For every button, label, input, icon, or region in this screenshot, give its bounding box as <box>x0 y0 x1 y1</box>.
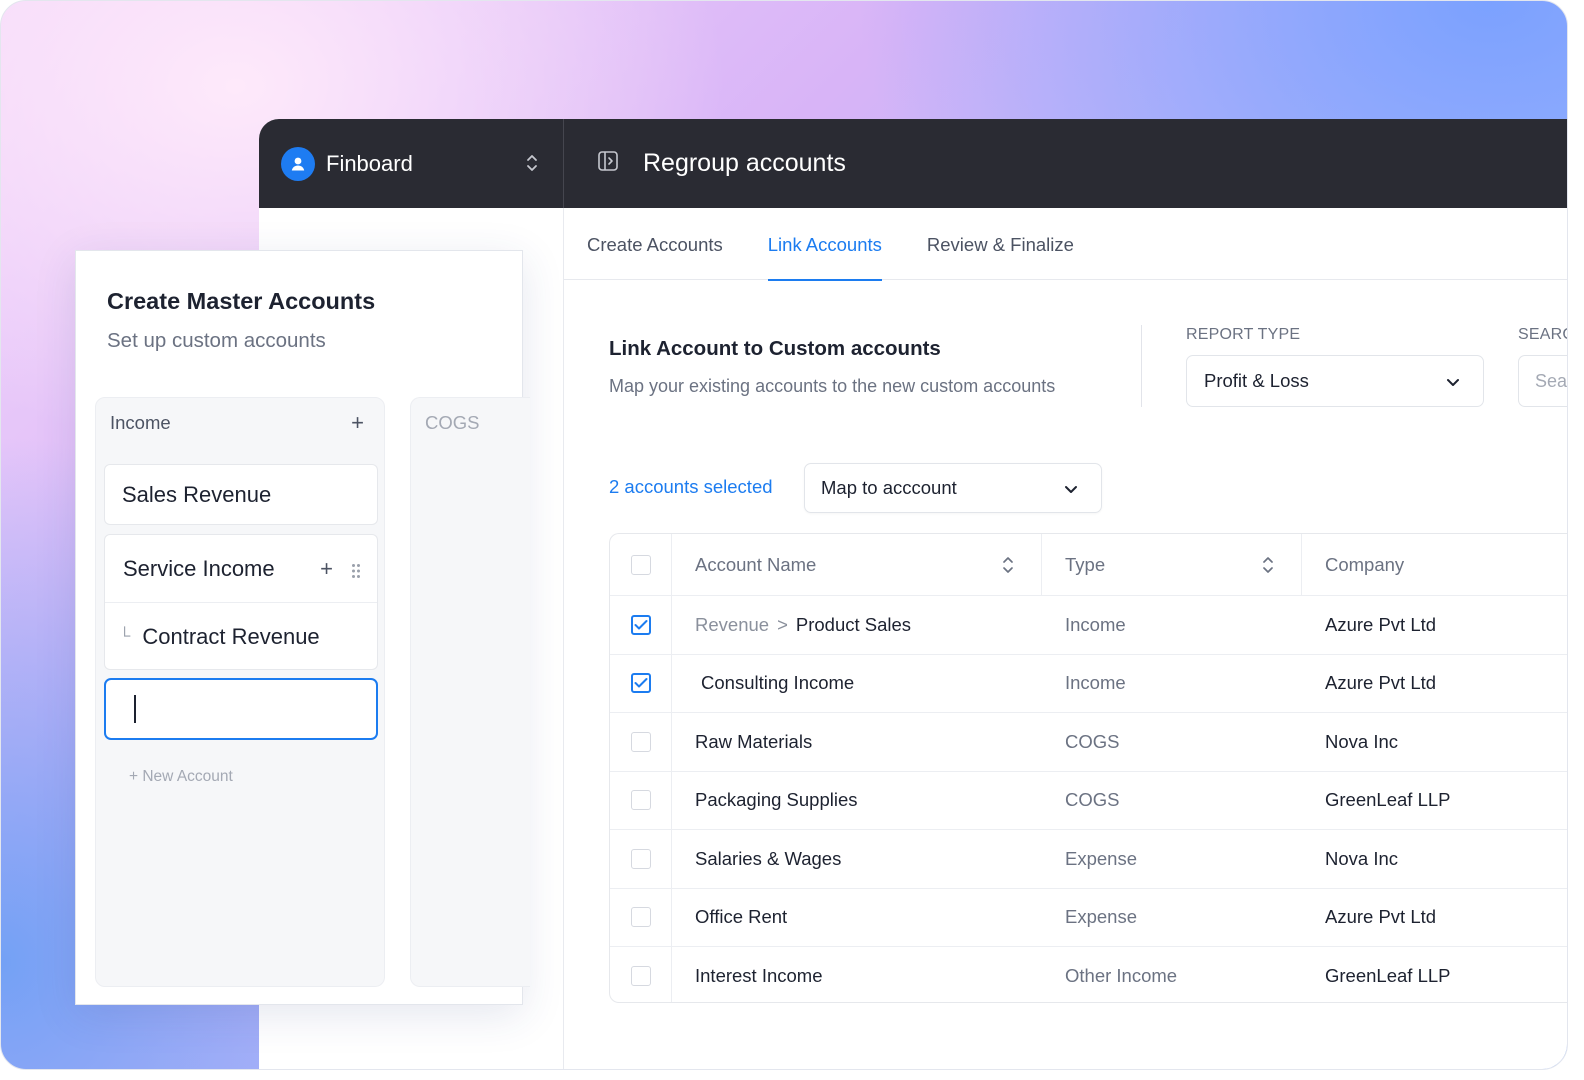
account-type: Income <box>1065 672 1126 694</box>
company-name: Nova Inc <box>1325 847 1399 869</box>
row-checkbox[interactable] <box>630 966 651 987</box>
account-name: Interest Income <box>695 965 823 987</box>
page-title: Regroup accounts <box>643 149 846 177</box>
text-caret <box>134 695 136 723</box>
add-sub-account-icon[interactable]: + <box>320 556 333 582</box>
new-account-button[interactable]: + New Account <box>129 768 233 786</box>
chevron-down-icon <box>1445 373 1461 395</box>
sub-account-label: Contract Revenue <box>142 624 320 649</box>
account-name-cell: Revenue > Product Sales <box>695 596 1040 654</box>
report-type-label: REPORT TYPE <box>1186 326 1301 343</box>
account-name: Office Rent <box>695 906 788 928</box>
table-row[interactable]: Interest Income Other Income GreenLeaf L… <box>610 947 1567 1002</box>
tab-link-accounts[interactable]: Link Accounts <box>767 208 883 281</box>
section-subtitle: Map your existing accounts to the new cu… <box>609 376 1056 396</box>
row-checkbox[interactable] <box>630 790 651 811</box>
table-row[interactable]: Packaging Supplies COGS GreenLeaf LLP <box>610 771 1567 830</box>
nested-elbow-icon: └ <box>119 628 131 645</box>
table-row[interactable]: Office Rent Expense Azure Pvt Ltd <box>610 888 1567 947</box>
table-row[interactable]: Raw Materials COGS Nova Inc <box>610 713 1567 772</box>
panel-title: Create Master Accounts <box>107 288 376 314</box>
account-type: Expense <box>1065 847 1137 869</box>
table-row[interactable]: Salaries & Wages Expense Nova Inc <box>610 830 1567 889</box>
company-name: GreenLeaf LLP <box>1325 789 1451 811</box>
panel-subtitle: Set up custom accounts <box>107 329 326 352</box>
top-bar: Finboard Regroup accounts <box>259 119 1567 208</box>
income-column: Income + Sales Revenue Service Income + <box>95 397 385 987</box>
sub-account-card[interactable]: └ Contract Revenue <box>105 603 377 671</box>
company-name: Azure Pvt Ltd <box>1325 672 1437 694</box>
company-name: Nova Inc <box>1325 730 1399 752</box>
account-card-label: Service Income <box>123 555 275 581</box>
tab-review-finalize[interactable]: Review & Finalize <box>927 208 1074 280</box>
account-name: Product Sales <box>795 613 912 635</box>
row-checkbox-checked[interactable] <box>630 673 651 694</box>
map-to-account-select[interactable]: Map to acccount <box>804 463 1102 513</box>
sidebar-toggle-icon[interactable] <box>597 150 619 177</box>
column-header-type[interactable]: Type <box>1042 534 1302 595</box>
cogs-column: COGS <box>410 397 530 987</box>
section-title: Link Account to Custom accounts <box>609 337 941 360</box>
account-card-label: Sales Revenue <box>122 481 272 507</box>
column-title: Income <box>110 412 171 433</box>
select-all-checkbox[interactable] <box>630 554 651 575</box>
account-type: Other Income <box>1065 965 1178 987</box>
brand-name: Finboard <box>326 150 413 176</box>
step-tabs: Create Accounts Link Accounts Review & F… <box>564 208 1567 281</box>
parent-account: Revenue <box>695 613 770 635</box>
chevron-down-icon <box>1063 480 1079 502</box>
company-name: GreenLeaf LLP <box>1325 965 1451 987</box>
tab-create-accounts[interactable]: Create Accounts <box>587 208 723 280</box>
sort-icon[interactable] <box>1261 553 1275 582</box>
search-placeholder: Sea <box>1535 370 1568 391</box>
account-card[interactable]: Sales Revenue <box>104 464 378 525</box>
company-name: Azure Pvt Ltd <box>1325 906 1437 928</box>
table-row[interactable]: Consulting Income Income Azure Pvt Ltd <box>610 654 1567 713</box>
create-master-accounts-panel: Create Master Accounts Set up custom acc… <box>75 250 530 1005</box>
column-title: COGS <box>425 412 480 433</box>
workspace-switcher[interactable]: Finboard <box>259 119 564 208</box>
account-name: Raw Materials <box>695 730 813 752</box>
background-frame: Finboard Regroup accounts Create Account… <box>0 0 1568 1070</box>
page-header: Regroup accounts <box>564 149 846 178</box>
divider <box>1141 325 1142 407</box>
account-name: Packaging Supplies <box>695 789 858 811</box>
report-type-value: Profit & Loss <box>1204 370 1309 391</box>
account-card-group: Service Income + └ Contract Revenue <box>104 534 378 670</box>
account-name: Salaries & Wages <box>695 847 842 869</box>
map-select-value: Map to acccount <box>821 477 957 498</box>
report-type-select[interactable]: Profit & Loss <box>1186 355 1484 407</box>
row-checkbox[interactable] <box>630 907 651 928</box>
column-header-company: Company <box>1325 553 1405 575</box>
account-card[interactable]: Service Income + <box>105 535 377 603</box>
account-type: COGS <box>1065 789 1120 811</box>
breadcrumb-separator: > <box>777 613 788 635</box>
table-header-row: Account Name Type Company <box>610 534 1567 596</box>
row-checkbox[interactable] <box>630 848 651 869</box>
new-account-input[interactable] <box>104 678 378 740</box>
company-name: Azure Pvt Ltd <box>1325 613 1437 635</box>
select-all-cell <box>610 534 672 595</box>
search-label: SEARC <box>1518 326 1567 343</box>
chevron-updown-icon[interactable] <box>525 152 539 179</box>
add-icon[interactable]: + <box>351 412 364 434</box>
row-checkbox[interactable] <box>630 731 651 752</box>
user-avatar-icon <box>281 146 315 181</box>
account-type: Income <box>1065 613 1126 635</box>
table-row[interactable]: Revenue > Product Sales Income Azure Pvt… <box>610 596 1567 655</box>
account-type: COGS <box>1065 730 1120 752</box>
sort-icon[interactable] <box>1001 553 1015 582</box>
search-input[interactable]: Sea <box>1518 355 1568 407</box>
account-type: Expense <box>1065 906 1137 928</box>
drag-handle-icon[interactable] <box>351 559 361 585</box>
account-name: Consulting Income <box>701 672 855 694</box>
column-header-account-name[interactable]: Account Name <box>672 534 1042 595</box>
selected-count: 2 accounts selected <box>609 476 773 497</box>
accounts-table: Account Name Type Company Revenue > Prod… <box>609 533 1567 1003</box>
row-checkbox-checked[interactable] <box>630 614 651 635</box>
